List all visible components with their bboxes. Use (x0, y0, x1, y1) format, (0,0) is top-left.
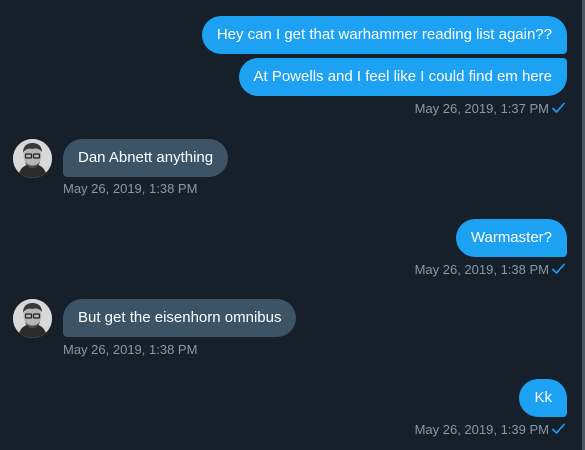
message-timestamp: May 26, 2019, 1:38 PM (63, 342, 197, 358)
message-timestamp: May 26, 2019, 1:38 PM (415, 262, 565, 278)
message-text: But get the eisenhorn omnibus (78, 309, 282, 326)
message-text: Dan Abnett anything (78, 149, 214, 166)
timestamp-text: May 26, 2019, 1:37 PM (414, 101, 549, 116)
check-icon (552, 263, 565, 274)
timestamp-text: May 26, 2019, 1:39 PM (414, 422, 549, 437)
check-icon (552, 423, 565, 434)
incoming-message-bubble[interactable]: But get the eisenhorn omnibus (63, 299, 297, 337)
message-text: Hey can I get that warhammer reading lis… (216, 26, 552, 43)
timestamp-text: May 26, 2019, 1:38 PM (63, 342, 198, 357)
user-avatar[interactable] (13, 139, 52, 178)
message-timestamp: May 26, 2019, 1:39 PM (415, 422, 565, 438)
avatar-image (13, 299, 52, 338)
avatar-image (13, 139, 52, 178)
outgoing-message-bubble[interactable]: Hey can I get that warhammer reading lis… (201, 16, 567, 54)
outgoing-message-bubble[interactable]: Kk (519, 379, 567, 417)
timestamp-text: May 26, 2019, 1:38 PM (63, 181, 198, 196)
message-text: Warmaster? (470, 229, 552, 246)
user-avatar[interactable] (13, 299, 52, 338)
incoming-message-bubble[interactable]: Dan Abnett anything (63, 139, 229, 177)
timestamp-text: May 26, 2019, 1:38 PM (414, 262, 549, 277)
message-timestamp: May 26, 2019, 1:37 PM (415, 101, 565, 117)
message-text: At Powells and I feel like I could find … (253, 68, 553, 85)
check-icon (552, 102, 565, 113)
outgoing-message-bubble[interactable]: At Powells and I feel like I could find … (238, 58, 567, 96)
outgoing-message-bubble[interactable]: Warmaster? (455, 219, 567, 257)
message-text: Kk (534, 389, 552, 406)
message-timestamp: May 26, 2019, 1:38 PM (63, 181, 197, 197)
